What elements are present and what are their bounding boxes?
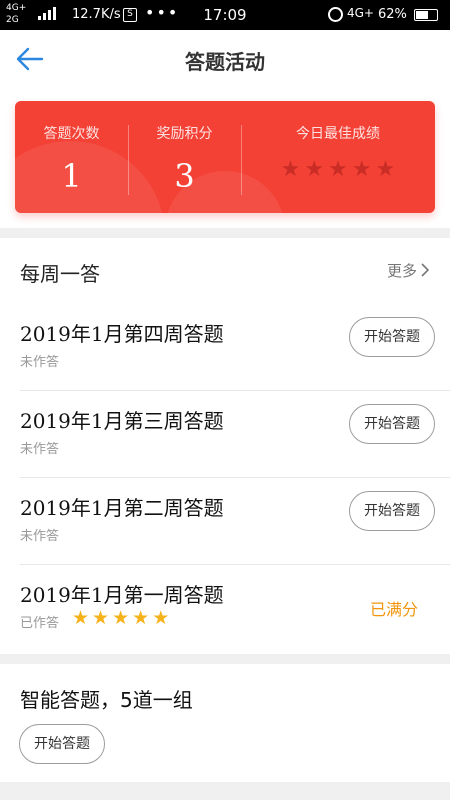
more-link[interactable]: 更多 xyxy=(387,260,430,281)
quiz-row[interactable]: 2019年1月第三周答题 未作答 开始答题 xyxy=(0,391,450,478)
nav-bar: 答题活动 xyxy=(0,30,450,88)
star-icon: ★ xyxy=(152,607,170,629)
answer-count-label: 答题次数 xyxy=(43,126,100,142)
page-title: 答题活动 xyxy=(185,50,265,74)
quiz-title: 2019年1月第四周答题 xyxy=(20,322,224,346)
quiz-title: 2019年1月第三周答题 xyxy=(20,409,224,433)
best-score-stat: 今日最佳成绩 ★ ★ ★ ★ ★ xyxy=(241,101,435,213)
more-notifications-icon: ••• xyxy=(145,3,180,22)
alarm-icon xyxy=(328,7,343,22)
quiz-status: 未作答 xyxy=(20,529,60,544)
smart-quiz-title: 智能答题，5道一组 xyxy=(20,688,193,712)
star-icon: ★ xyxy=(328,157,348,182)
answer-count-value: 1 xyxy=(61,157,82,195)
start-quiz-button[interactable]: 开始答题 xyxy=(349,317,435,357)
star-icon: ★ xyxy=(132,607,150,629)
quiz-status: 已作答 xyxy=(20,616,60,631)
best-score-label: 今日最佳成绩 xyxy=(296,126,380,142)
star-icon: ★ xyxy=(112,607,130,629)
star-icon: ★ xyxy=(375,157,396,182)
quiz-row[interactable]: 2019年1月第一周答题 已作答 ★ ★ ★ ★ ★ 已满分 xyxy=(0,565,450,652)
quiz-score-stars: ★ ★ ★ ★ ★ xyxy=(72,609,169,628)
screen: 4G+ 2G 12.7K/s S ••• 17:09 4G+ 62% 答题活动 … xyxy=(0,0,450,800)
star-icon: ★ xyxy=(304,157,325,182)
full-score-label: 已满分 xyxy=(369,600,418,619)
start-quiz-button[interactable]: 开始答题 xyxy=(349,404,435,444)
quiz-title: 2019年1月第一周答题 xyxy=(20,583,224,607)
star-icon: ★ xyxy=(351,157,372,182)
battery-icon xyxy=(414,9,438,21)
weekly-section: 每周一答 更多 2019年1月第四周答题 未作答 开始答题 2019年1月第三周… xyxy=(0,238,450,654)
star-icon: ★ xyxy=(92,607,110,629)
stats-section: 答题次数 1 奖励积分 3 今日最佳成绩 ★ ★ ★ ★ ★ xyxy=(0,88,450,228)
chevron-right-icon xyxy=(421,263,430,277)
more-link-label: 更多 xyxy=(386,262,417,280)
quiz-status: 未作答 xyxy=(20,442,60,457)
best-score-stars: ★ ★ ★ ★ ★ xyxy=(241,159,435,181)
section-header: 每周一答 更多 xyxy=(0,238,450,304)
smart-quiz-section: 智能答题，5道一组 开始答题 xyxy=(0,664,450,782)
quiz-row[interactable]: 2019年1月第四周答题 未作答 开始答题 xyxy=(0,304,450,391)
network-indicator-left: 4G+ 2G xyxy=(6,3,27,25)
star-icon: ★ xyxy=(280,157,301,182)
star-icon: ★ xyxy=(72,607,90,629)
notification-s-icon: S xyxy=(123,8,137,22)
answer-count-stat: 答题次数 1 xyxy=(15,101,128,213)
signal-icon xyxy=(38,6,56,20)
stats-card: 答题次数 1 奖励积分 3 今日最佳成绩 ★ ★ ★ ★ ★ xyxy=(15,101,435,213)
points-stat: 奖励积分 3 xyxy=(128,101,241,213)
section-title: 每周一答 xyxy=(20,262,100,286)
points-value: 3 xyxy=(174,157,195,195)
status-bar: 4G+ 2G 12.7K/s S ••• 17:09 4G+ 62% xyxy=(0,0,450,30)
network-speed: 12.7K/s xyxy=(72,7,121,22)
start-quiz-button[interactable]: 开始答题 xyxy=(349,491,435,531)
quiz-row[interactable]: 2019年1月第二周答题 未作答 开始答题 xyxy=(0,478,450,565)
battery-percentage: 62% xyxy=(378,7,407,22)
network-indicator-right: 4G+ xyxy=(347,6,374,20)
start-smart-quiz-button[interactable]: 开始答题 xyxy=(19,724,105,764)
quiz-title: 2019年1月第二周答题 xyxy=(20,496,224,520)
points-label: 奖励积分 xyxy=(156,126,213,142)
quiz-status: 未作答 xyxy=(20,355,60,370)
